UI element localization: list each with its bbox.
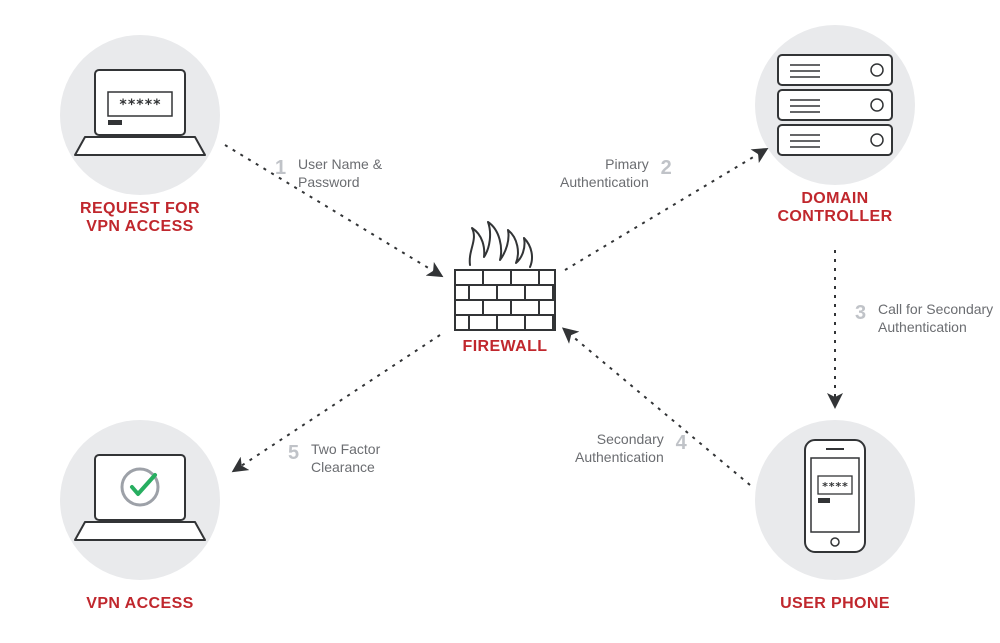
step-label-2: Pimary Authentication 2 [560, 155, 672, 191]
label-vpn-access: VPN ACCESS [65, 595, 215, 613]
node-domain-controller [755, 25, 915, 185]
svg-text:****: **** [822, 480, 849, 493]
diagram-svg: ***** [0, 0, 1000, 643]
label-firewall: FIREWALL [455, 338, 555, 356]
step-label-5: 5 Two Factor Clearance [288, 440, 380, 476]
step-text-5: Two Factor Clearance [311, 440, 380, 476]
step-text-3: Call for Secondary Authentication [878, 300, 993, 336]
step-num-5: 5 [288, 440, 299, 466]
step-text-2: Pimary Authentication [560, 155, 649, 191]
node-vpn-access [60, 420, 220, 580]
step-text-1: User Name & Password [298, 155, 382, 191]
diagram-stage: ***** [0, 0, 1000, 643]
label-domain-controller: DOMAIN CONTROLLER [745, 190, 925, 226]
node-user-phone: **** [755, 420, 915, 580]
node-firewall [455, 222, 555, 330]
step-label-4: Secondary Authentication 4 [575, 430, 687, 466]
step-label-1: 1 User Name & Password [275, 155, 382, 191]
step-text-4: Secondary Authentication [575, 430, 664, 466]
step-num-2: 2 [661, 155, 672, 181]
label-user-phone: USER PHONE [760, 595, 910, 613]
step-num-1: 1 [275, 155, 286, 181]
node-request: ***** [60, 35, 220, 195]
step-label-3: 3 Call for Secondary Authentication [855, 300, 993, 336]
label-request: REQUEST FOR VPN ACCESS [60, 200, 220, 236]
step-num-3: 3 [855, 300, 866, 326]
svg-text:*****: ***** [119, 97, 161, 113]
step-num-4: 4 [676, 430, 687, 456]
